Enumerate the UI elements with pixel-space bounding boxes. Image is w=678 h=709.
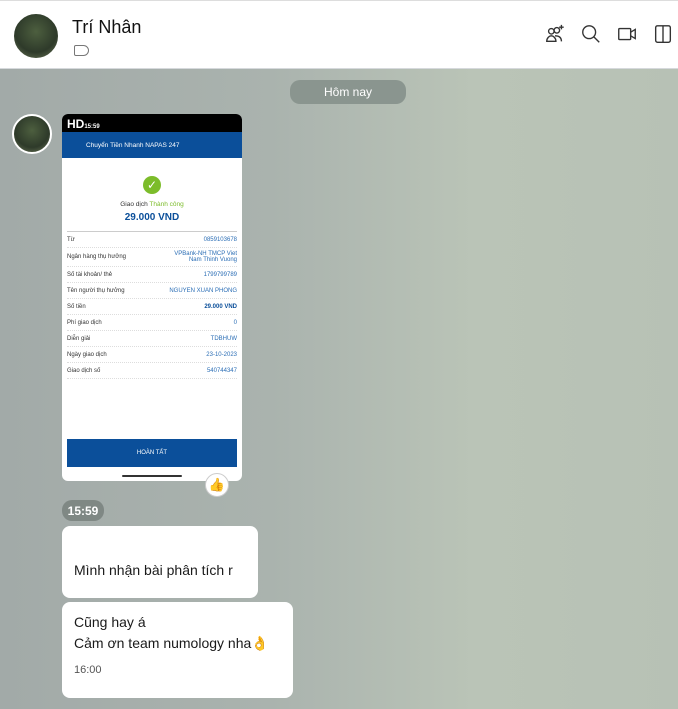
message-time: 16:00 bbox=[74, 664, 102, 676]
add-member-icon[interactable] bbox=[544, 23, 566, 45]
row-label: Tên người thụ hưởng bbox=[67, 287, 125, 294]
row-label: Giao dịch số bbox=[67, 367, 101, 374]
row-label: Diễn giải bbox=[67, 335, 91, 342]
row-label: Số tài khoản/ thẻ bbox=[67, 271, 113, 278]
row-value: 0859103678 bbox=[203, 236, 237, 243]
message-text: Mình nhận bài phân tích r bbox=[74, 562, 233, 578]
search-icon[interactable] bbox=[580, 23, 602, 45]
contact-name[interactable]: Trí Nhân bbox=[72, 17, 141, 38]
row-value: 23-10-2023 bbox=[206, 351, 237, 358]
home-indicator bbox=[122, 475, 182, 477]
receipt-header: Chuyển Tiền Nhanh NAPAS 247 bbox=[62, 132, 242, 158]
row-value: VPBank-NH TMCP Viet Nam Thinh Vuong bbox=[174, 251, 237, 263]
amount: 29.000 VND bbox=[124, 212, 180, 223]
row-value: 29.000 VND bbox=[204, 303, 237, 310]
message-text: Cảm ơn team numology nha👌 bbox=[74, 635, 269, 651]
row-value: TDBHUW bbox=[210, 335, 237, 342]
tag-icon[interactable] bbox=[74, 45, 89, 56]
row-value: 1799799789 bbox=[203, 271, 237, 278]
status-time: 15:59 bbox=[84, 124, 100, 130]
receipt-row: Số tiền 29.000 VND bbox=[67, 299, 237, 315]
receipt-row: Giao dịch số 540744347 bbox=[67, 363, 237, 379]
image-message[interactable]: HD15:59 Chuyển Tiền Nhanh NAPAS 247 ✓ Gi… bbox=[62, 114, 242, 481]
row-label: Số tiền bbox=[67, 303, 86, 310]
hd-label: HD bbox=[67, 117, 85, 131]
row-value: 0 bbox=[233, 319, 237, 326]
like-reaction-icon[interactable]: 👍 bbox=[205, 473, 229, 497]
status-bar: HD15:59 bbox=[62, 114, 242, 132]
receipt-row: Số tài khoản/ thẻ 1799799789 bbox=[67, 267, 237, 283]
row-value: NGUYEN XUAN PHONG bbox=[169, 287, 237, 294]
video-call-icon[interactable] bbox=[616, 23, 638, 45]
message-bubble[interactable]: Mình nhận bài phân tích r bbox=[62, 526, 258, 598]
status-word: Thành công bbox=[149, 201, 184, 208]
row-label: Phí giao dịch bbox=[67, 319, 102, 326]
receipt-row: Từ 0859103678 bbox=[67, 232, 237, 248]
row-label: Ngân hàng thụ hưởng bbox=[67, 254, 126, 260]
message-area: Hôm nay HD15:59 Chuyển Tiền Nhanh NAPAS … bbox=[0, 69, 678, 709]
sender-avatar[interactable] bbox=[12, 114, 52, 154]
row-label: Từ bbox=[67, 236, 75, 243]
receipt-row: Tên người thụ hưởng NGUYEN XUAN PHONG bbox=[67, 283, 237, 299]
date-divider: Hôm nay bbox=[290, 80, 406, 104]
image-timestamp: 15:59 bbox=[62, 500, 104, 521]
row-value: 540744347 bbox=[206, 367, 237, 374]
row-label: Ngày giao dịch bbox=[67, 351, 107, 358]
receipt-row: Phí giao dịch 0 bbox=[67, 315, 237, 331]
receipt-details: Từ 0859103678 Ngân hàng thụ hưởng VPBank-NH… bbox=[67, 231, 237, 379]
status-prefix: Giao dịch bbox=[120, 201, 148, 208]
message-text: Cũng hay á bbox=[74, 614, 146, 630]
done-button: HOÀN TẤT bbox=[67, 439, 237, 467]
receipt-row: Ngân hàng thụ hưởng VPBank-NH TMCP Viet N… bbox=[67, 248, 237, 267]
sidebar-toggle-icon[interactable] bbox=[652, 23, 674, 45]
receipt-row: Ngày giao dịch 23-10-2023 bbox=[67, 347, 237, 363]
contact-avatar[interactable] bbox=[12, 12, 60, 60]
transaction-status: Giao dịch Thành công bbox=[62, 201, 242, 208]
receipt-row: Diễn giải TDBHUW bbox=[67, 331, 237, 347]
success-check-icon: ✓ bbox=[143, 176, 161, 194]
message-bubble[interactable]: Cũng hay á Cảm ơn team numology nha👌 16:… bbox=[62, 602, 293, 698]
chat-header: Trí Nhân bbox=[0, 0, 678, 69]
